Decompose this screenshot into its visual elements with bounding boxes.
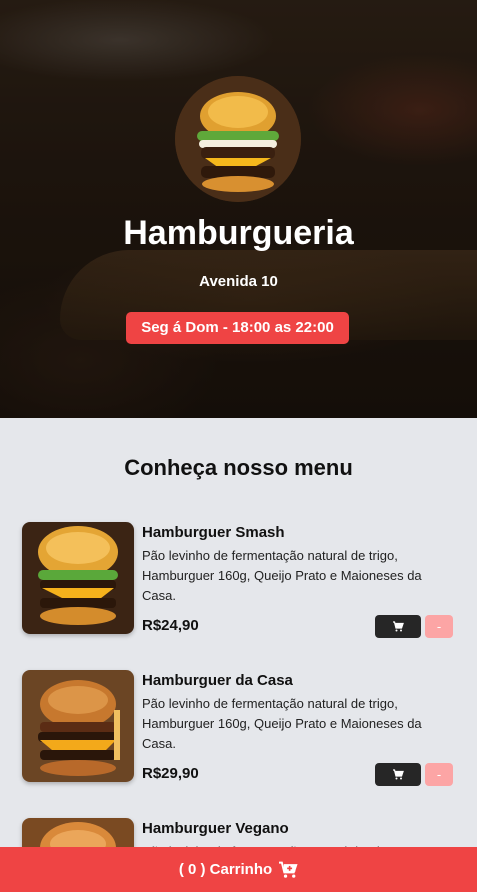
menu-item: Hamburguer da Casa Pão levinho de fermen… — [22, 670, 454, 786]
restaurant-logo — [175, 76, 301, 202]
remove-from-cart-button[interactable]: - — [425, 615, 453, 638]
menu-item-name: Hamburguer Vegano — [142, 820, 289, 837]
restaurant-address: Avenida 10 — [199, 273, 278, 290]
menu-item-name: Hamburguer da Casa — [142, 672, 293, 689]
burger-image — [22, 522, 134, 634]
hero-overlay — [0, 0, 477, 418]
opening-hours-badge: Seg á Dom - 18:00 as 22:00 — [126, 312, 349, 344]
menu-item-price: R$29,90 — [142, 765, 199, 782]
menu-item: Hamburguer Smash Pão levinho de fermenta… — [22, 522, 454, 638]
cart-icon — [393, 620, 404, 631]
menu-item-name: Hamburguer Smash — [142, 524, 285, 541]
menu-item-photo — [22, 670, 134, 782]
hero-header: Hamburgueria Avenida 10 Seg á Dom - 18:0… — [0, 0, 477, 418]
menu-title: Conheça nosso menu — [124, 455, 353, 480]
remove-from-cart-button[interactable]: - — [425, 763, 453, 786]
add-to-cart-button[interactable] — [375, 615, 421, 638]
menu-item-description: Pão levinho de fermentação natural de tr… — [142, 696, 422, 751]
burger-image — [22, 670, 134, 782]
add-to-cart-button[interactable] — [375, 763, 421, 786]
cart-label: ( 0 ) Carrinho — [178, 861, 273, 878]
restaurant-name: Hamburgueria — [123, 214, 354, 252]
menu-item-price: R$24,90 — [142, 617, 199, 634]
cart-button[interactable]: ( 0 ) Carrinho — [0, 847, 477, 892]
cart-icon — [393, 768, 404, 779]
menu-item-photo — [22, 522, 134, 634]
cart-plus-icon — [279, 861, 298, 878]
burger-logo-image — [175, 76, 301, 202]
menu-item-description: Pão levinho de fermentação natural de tr… — [142, 548, 422, 603]
